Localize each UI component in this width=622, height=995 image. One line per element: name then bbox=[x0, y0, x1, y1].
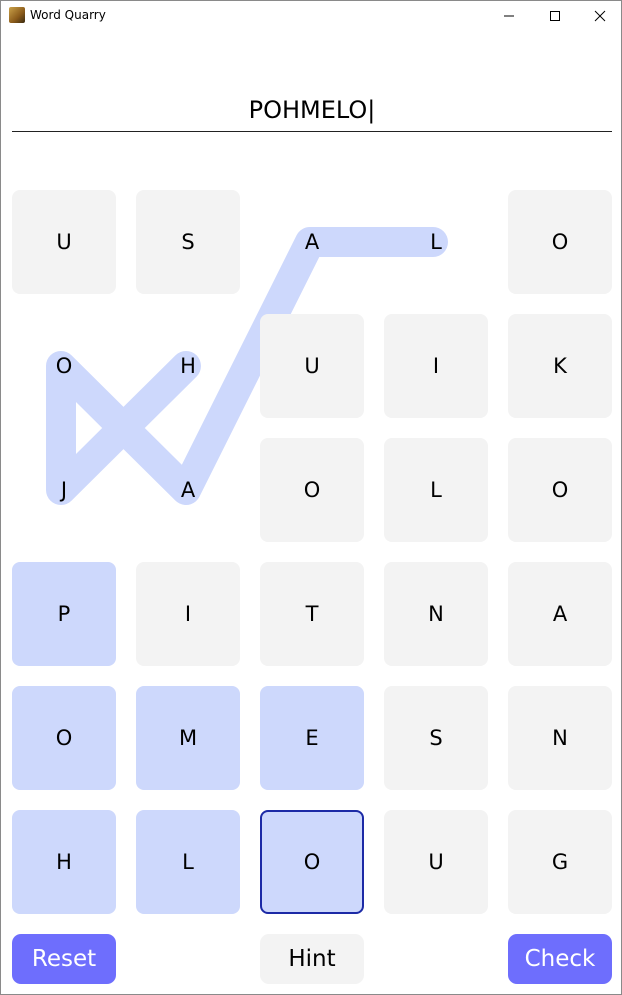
letter-grid: USALOOHUIKJAOLOPITNAOMESNHLOUG bbox=[0, 0, 622, 995]
letter-tile[interactable]: K bbox=[508, 314, 612, 418]
letter-tile[interactable]: L bbox=[384, 438, 488, 542]
letter-tile: A bbox=[180, 478, 196, 502]
letter-tile: A bbox=[304, 230, 320, 254]
letter-tile[interactable]: O bbox=[260, 438, 364, 542]
letter-tile[interactable]: H bbox=[12, 810, 116, 914]
letter-tile: L bbox=[430, 230, 442, 254]
letter-tile: J bbox=[60, 478, 68, 502]
letter-tile[interactable]: O bbox=[260, 810, 364, 914]
letter-tile[interactable]: E bbox=[260, 686, 364, 790]
letter-tile[interactable]: O bbox=[508, 190, 612, 294]
letter-tile[interactable]: S bbox=[384, 686, 488, 790]
letter-tile[interactable]: U bbox=[260, 314, 364, 418]
letter-tile[interactable]: O bbox=[508, 438, 612, 542]
letter-tile[interactable]: G bbox=[508, 810, 612, 914]
letter-tile[interactable]: I bbox=[384, 314, 488, 418]
letter-tile[interactable]: O bbox=[12, 686, 116, 790]
letter-tile[interactable]: I bbox=[136, 562, 240, 666]
reset-button[interactable]: Reset bbox=[12, 934, 116, 984]
letter-tile[interactable]: U bbox=[384, 810, 488, 914]
letter-tile[interactable]: M bbox=[136, 686, 240, 790]
letter-tile: H bbox=[180, 354, 196, 378]
letter-tile: O bbox=[55, 354, 73, 378]
letter-tile[interactable]: U bbox=[12, 190, 116, 294]
letter-tile[interactable]: A bbox=[508, 562, 612, 666]
letter-tile[interactable]: S bbox=[136, 190, 240, 294]
letter-tile[interactable]: N bbox=[384, 562, 488, 666]
letter-tile[interactable]: L bbox=[136, 810, 240, 914]
letter-tile[interactable]: P bbox=[12, 562, 116, 666]
letter-tile[interactable]: N bbox=[508, 686, 612, 790]
letter-tile[interactable]: T bbox=[260, 562, 364, 666]
check-button[interactable]: Check bbox=[508, 934, 612, 984]
hint-button[interactable]: Hint bbox=[260, 934, 364, 984]
